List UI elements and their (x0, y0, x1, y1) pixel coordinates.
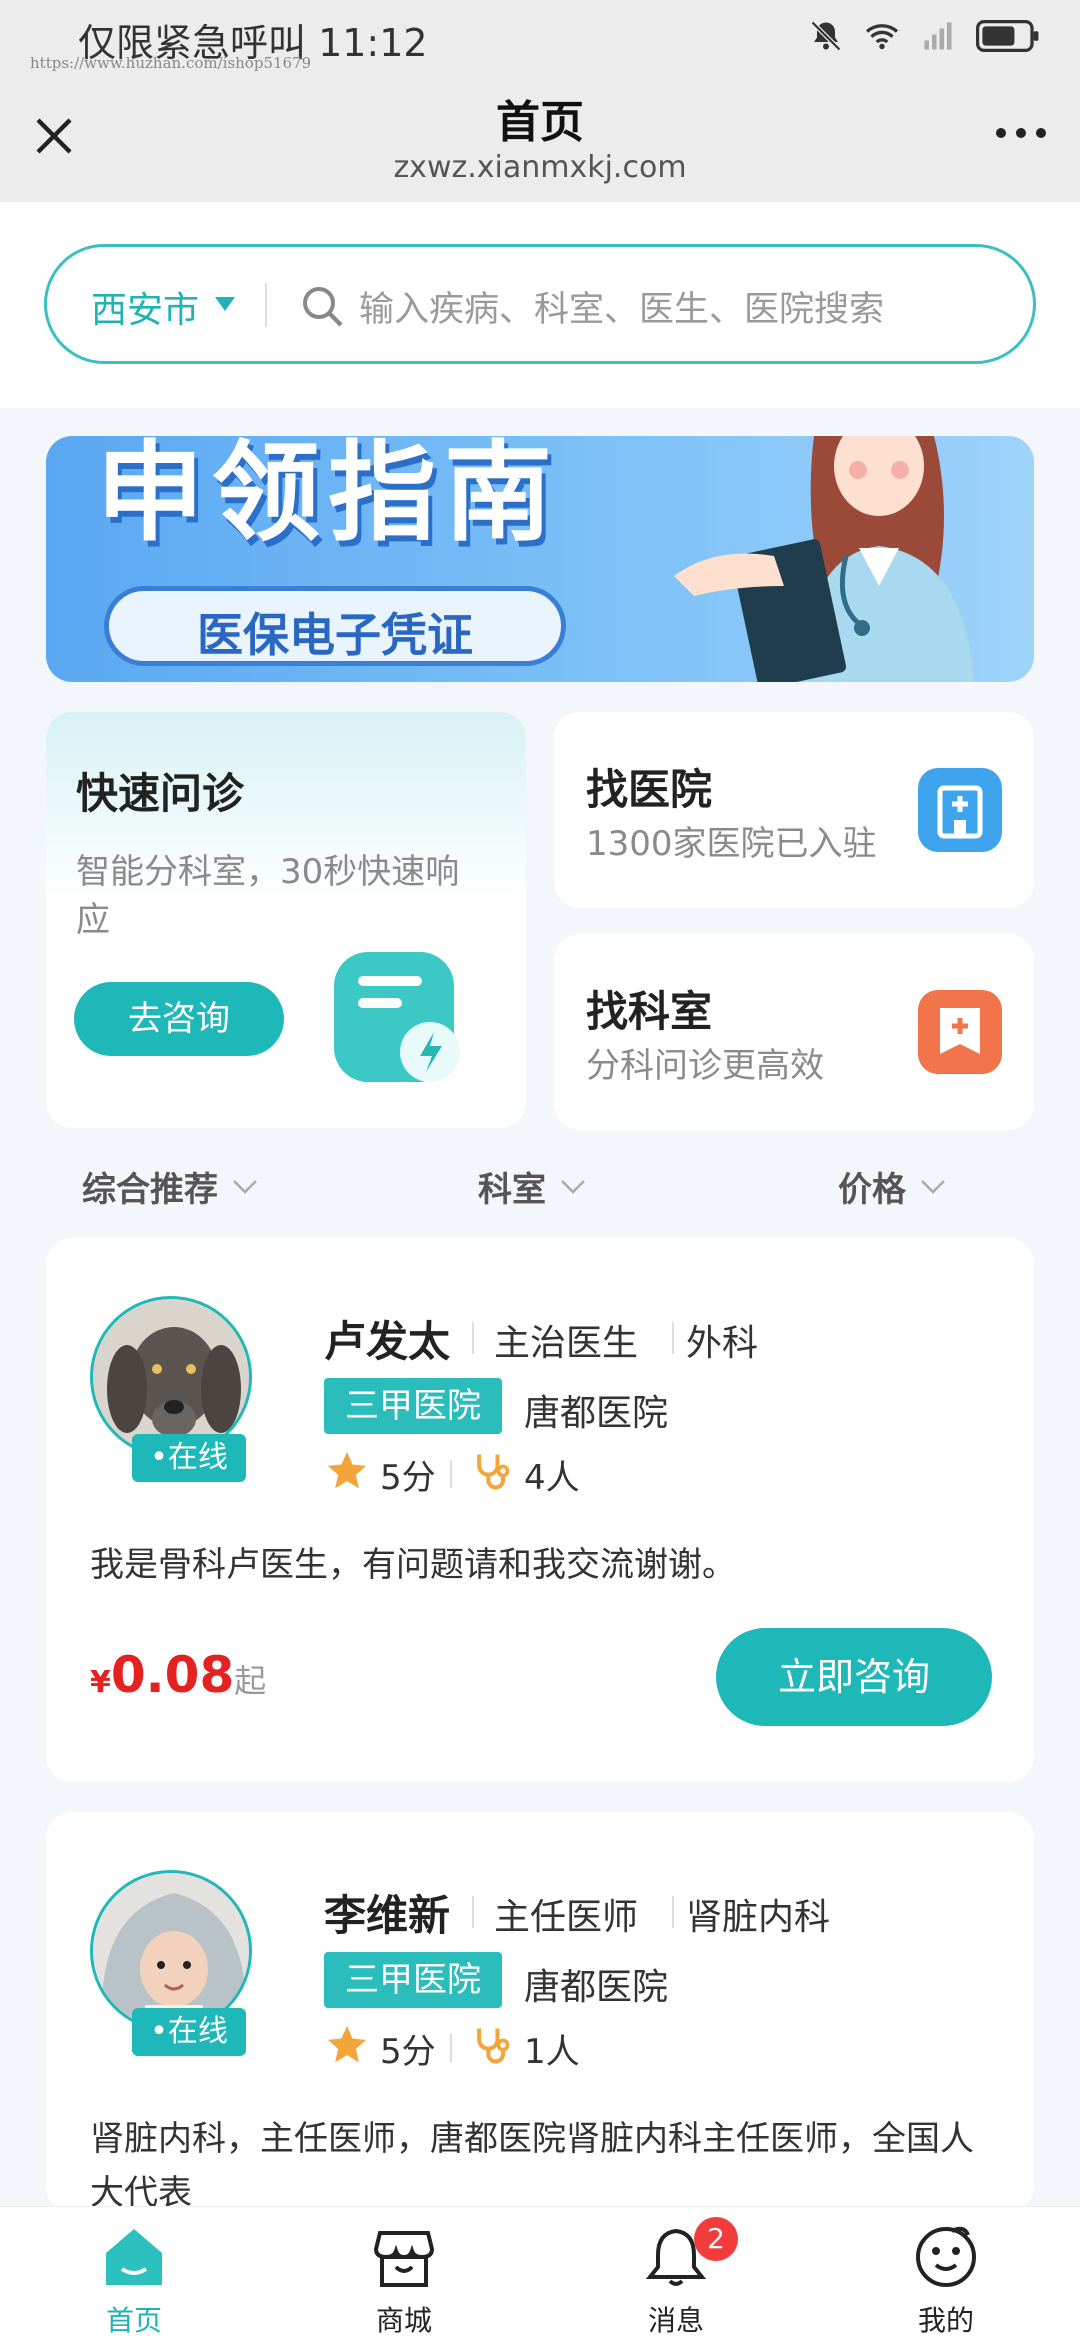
divider (472, 1322, 474, 1354)
consult-now-button[interactable]: 立即咨询 (716, 1628, 992, 1726)
banner-pill: 医保电子凭证 (104, 586, 566, 666)
divider (672, 1896, 674, 1928)
doctor-name: 卢发太 (324, 1317, 451, 1366)
quick-consult-desc: 智能分科室，30秒快速响应 (76, 852, 460, 940)
tab-profile[interactable]: 我的 (846, 2207, 1046, 2340)
filter-department-label: 科室 (478, 1170, 546, 1210)
doctor-card[interactable]: •在线 李维新 主任医师 肾脏内科 三甲医院 唐都医院 5分 1人 肾脏内科，主… (46, 1812, 1034, 2212)
quick-consult-card[interactable]: 快速问诊 智能分科室，30秒快速响应 去咨询 (46, 712, 526, 1128)
chevron-down-icon (233, 1179, 257, 1194)
promo-banner[interactable]: 申领指南 医保电子凭证 (46, 436, 1034, 682)
star-icon (327, 2025, 367, 2063)
price-amount: 0.08 (110, 1646, 235, 1704)
signal-icon (924, 22, 952, 50)
search-icon (303, 287, 343, 327)
divider (472, 1896, 474, 1928)
tab-shop-label: 商城 (375, 2304, 432, 2337)
home-icon (106, 2229, 162, 2285)
stethoscope-icon (477, 2028, 510, 2064)
page-title: 首页 (496, 97, 584, 148)
caret-down-icon[interactable] (215, 297, 235, 311)
online-badge: •在线 (132, 1434, 246, 1482)
quick-consult-title: 快速问诊 (76, 769, 245, 818)
online-badge: •在线 (132, 2008, 246, 2056)
chevron-down-icon (561, 1179, 585, 1194)
doctor-intro: 肾脏内科，主任医师，唐都医院肾脏内科主任医师，全国人大代表 (90, 2119, 974, 2212)
status-icons (808, 18, 1040, 54)
tab-home-label: 首页 (105, 2304, 162, 2337)
consult-count: 1人 (524, 2032, 580, 2072)
find-hospital-title: 找医院 (586, 765, 713, 814)
tab-profile-label: 我的 (917, 2304, 974, 2337)
banner-headline: 申领指南 (96, 436, 561, 556)
more-icon[interactable] (996, 128, 1046, 138)
find-department-title: 找科室 (586, 987, 713, 1036)
doctor-intro: 我是骨科卢医生，有问题请和我交流谢谢。 (90, 1545, 736, 1585)
shop-icon (373, 2231, 435, 2287)
search-section: 西安市 输入疾病、科室、医生、医院搜索 (0, 202, 1080, 408)
divider (672, 1322, 674, 1354)
department-icon (918, 990, 1002, 1074)
doctor-department: 肾脏内科 (686, 1897, 831, 1938)
doctor-name: 李维新 (324, 1891, 451, 1940)
doctor-title: 主治医生 (494, 1323, 639, 1364)
divider (450, 2034, 452, 2062)
consult-count: 4人 (524, 1458, 580, 1498)
filter-department[interactable]: 科室 (478, 1162, 586, 1211)
unread-badge: 2 (694, 2217, 738, 2261)
doctor-card[interactable]: •在线 卢发太 主治医生 外科 三甲医院 唐都医院 5分 4人 我是骨科卢医生，… (46, 1238, 1034, 1782)
find-department-card[interactable]: 找科室 分科问诊更高效 (554, 934, 1034, 1130)
price-suffix: 起 (234, 1662, 267, 1700)
page-url: zxwz.xianmxkj.com (393, 150, 687, 185)
nav-bar: 首页 zxwz.xianmxkj.com (0, 72, 1080, 202)
filter-recommend[interactable]: 综合推荐 (82, 1162, 258, 1211)
doctor-hospital: 唐都医院 (524, 1967, 669, 2008)
star-icon (327, 1451, 367, 1489)
find-hospital-desc: 1300家医院已入驻 (586, 824, 877, 864)
mute-bell-icon (810, 20, 842, 52)
search-bar[interactable]: 西安市 输入疾病、科室、医生、医院搜索 (44, 244, 1036, 364)
tab-messages[interactable]: 2 消息 (576, 2207, 776, 2340)
watermark-text: https://www.huzhan.com/ishop51679 (30, 54, 312, 72)
filter-price[interactable]: 价格 (838, 1162, 946, 1211)
wifi-icon (865, 24, 899, 50)
doctor-hospital: 唐都医院 (524, 1393, 669, 1434)
tab-home[interactable]: 首页 (34, 2207, 234, 2340)
chevron-down-icon (921, 1179, 945, 1194)
divider (450, 1460, 452, 1488)
status-bar: 仅限紧急呼叫 11:12 https://www.huzhan.com/isho… (0, 0, 1080, 72)
filter-bar: 综合推荐 科室 价格 (0, 1150, 1080, 1220)
doctor-department: 外科 (686, 1323, 759, 1364)
hospital-grade-badge: 三甲医院 (324, 1952, 502, 2008)
tab-shop[interactable]: 商城 (304, 2207, 504, 2340)
tab-bar: 首页 商城 2 消息 我的 (0, 2206, 1080, 2340)
profile-icon (916, 2226, 976, 2287)
tab-messages-label: 消息 (647, 2304, 704, 2337)
find-hospital-card[interactable]: 找医院 1300家医院已入驻 (554, 712, 1034, 908)
rating-score: 5分 (380, 2032, 436, 2072)
find-department-desc: 分科问诊更高效 (586, 1046, 824, 1086)
filter-price-label: 价格 (838, 1170, 906, 1210)
rating-score: 5分 (380, 1458, 436, 1498)
city-selector[interactable]: 西安市 (91, 281, 199, 333)
document-bolt-icon (334, 952, 460, 1082)
hospital-icon (918, 768, 1002, 852)
doctor-title: 主任医师 (494, 1897, 639, 1938)
battery-icon (976, 20, 1039, 52)
hospital-grade-badge: 三甲医院 (324, 1378, 502, 1434)
consult-button[interactable]: 去咨询 (74, 982, 284, 1056)
nurse-illustration (674, 436, 974, 682)
stethoscope-icon (477, 1454, 510, 1490)
filter-recommend-label: 综合推荐 (82, 1170, 218, 1210)
price: ¥0.08起 (90, 1646, 266, 1704)
search-input[interactable]: 输入疾病、科室、医生、医院搜索 (359, 281, 884, 332)
banner-pill-text: 医保电子凭证 (197, 608, 473, 662)
price-symbol: ¥ (90, 1665, 111, 1700)
search-divider (265, 283, 267, 327)
